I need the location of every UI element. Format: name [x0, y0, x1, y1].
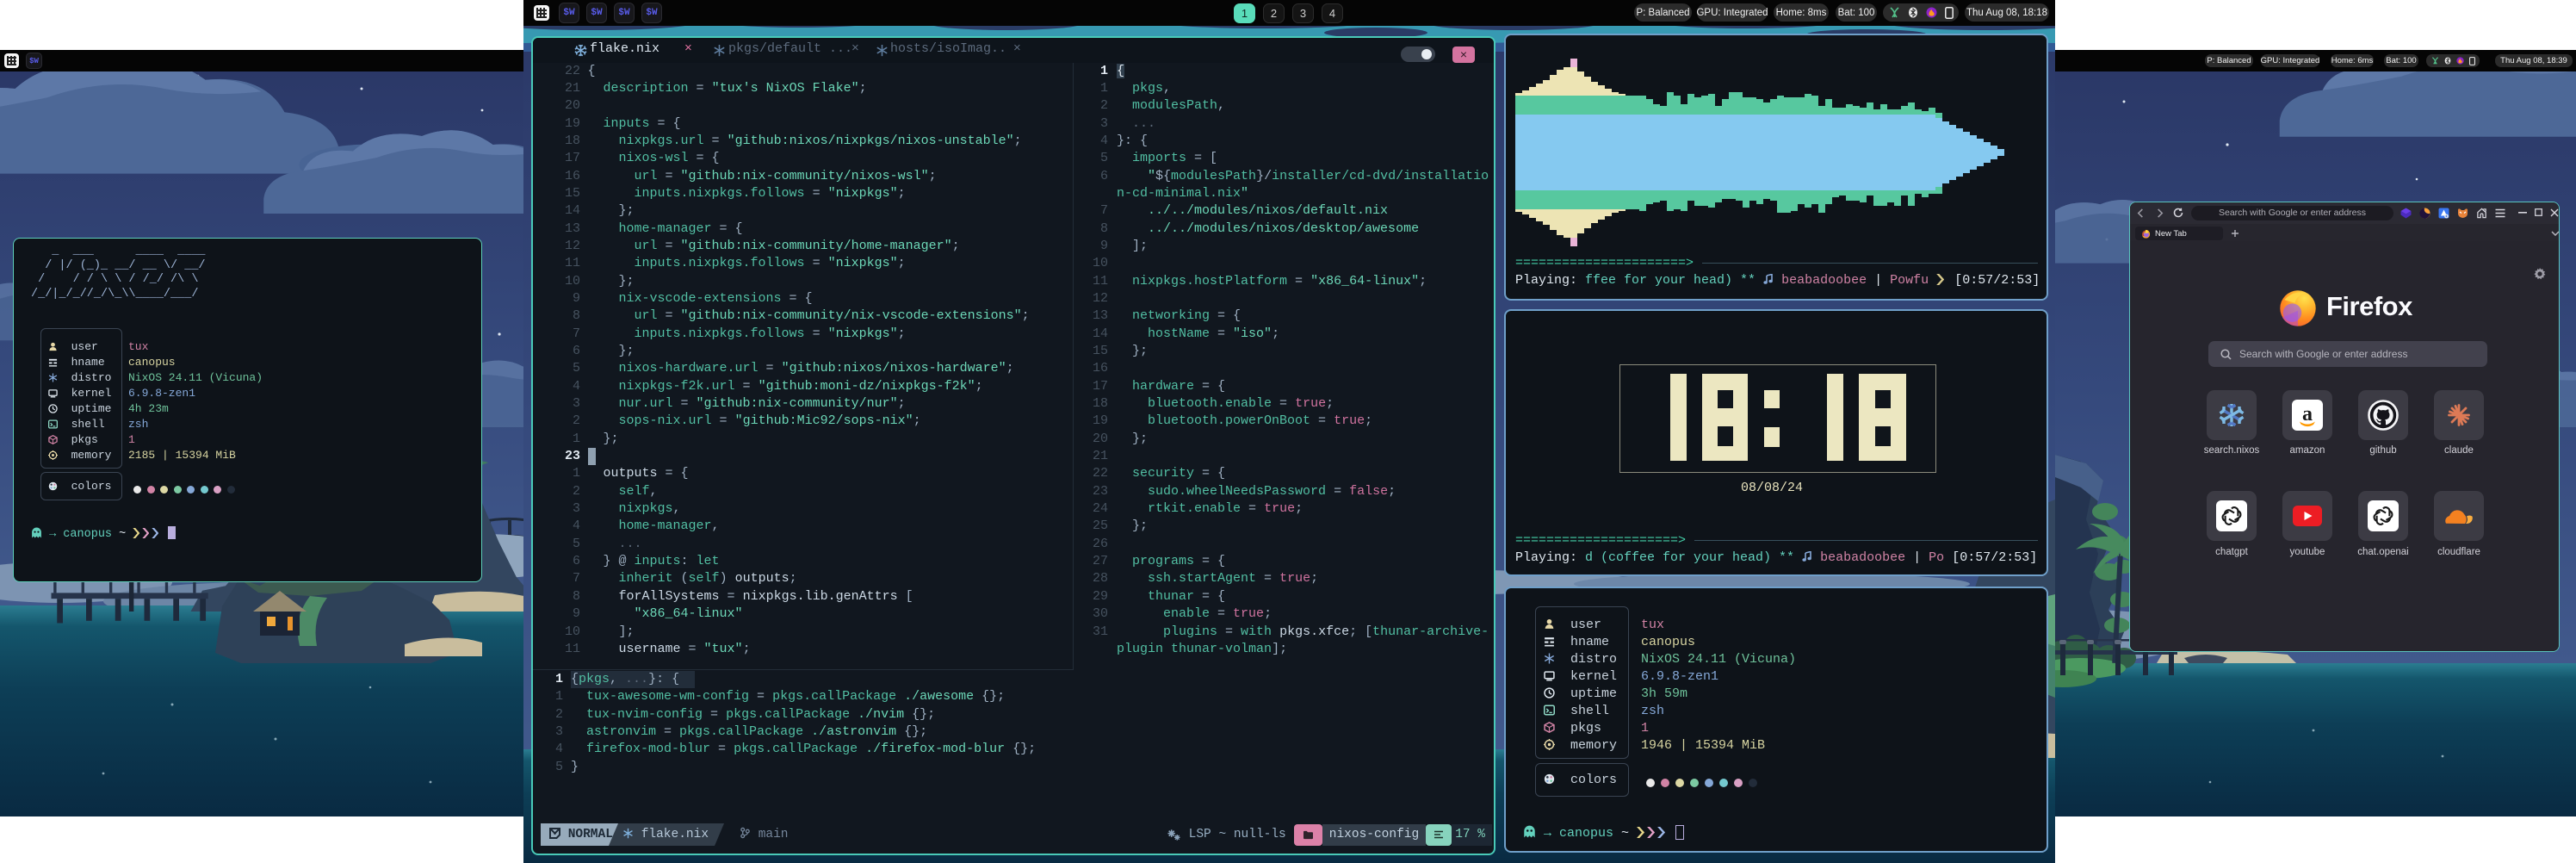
svg-text:a: a: [2302, 403, 2313, 425]
